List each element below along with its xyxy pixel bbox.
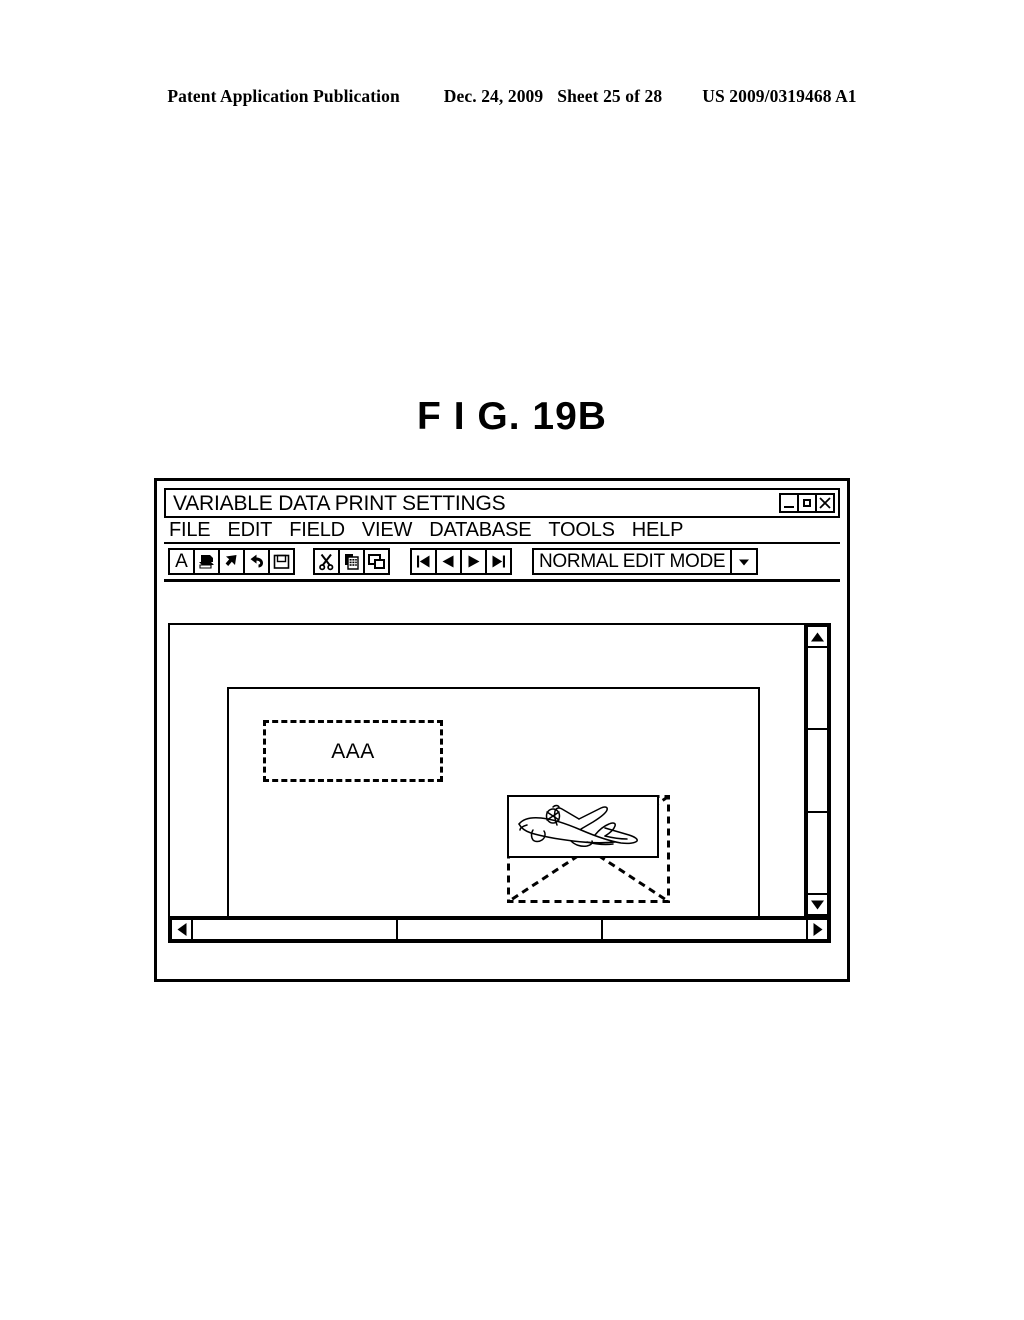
figure-title: F I G. 19B <box>417 395 607 438</box>
printer-icon <box>199 555 214 569</box>
horizontal-scrollbar[interactable] <box>170 916 829 941</box>
variable-text-field-object[interactable]: AAA <box>263 720 443 782</box>
print-button[interactable] <box>193 548 220 575</box>
patent-publication-label: Patent Application Publication <box>167 86 400 106</box>
vertical-scroll-thumb[interactable] <box>808 648 827 731</box>
last-record-button[interactable] <box>485 548 512 575</box>
save-floppy-icon <box>273 554 290 569</box>
variable-image-field-object[interactable] <box>507 795 670 903</box>
image-content-box <box>507 795 659 858</box>
chevron-down-icon <box>739 559 750 565</box>
first-record-button[interactable] <box>410 548 437 575</box>
airplane-illustration-icon <box>518 804 638 847</box>
scroll-down-button[interactable] <box>806 893 829 916</box>
menu-item-database[interactable]: DATABASE <box>429 520 531 540</box>
close-icon <box>819 497 831 509</box>
vertical-scroll-segment[interactable] <box>808 730 827 813</box>
menu-item-field[interactable]: FIELD <box>289 520 345 540</box>
maximize-button[interactable] <box>797 493 817 513</box>
cut-button[interactable] <box>313 548 340 575</box>
next-record-icon <box>468 555 480 568</box>
close-button[interactable] <box>815 493 835 513</box>
undo-button[interactable] <box>243 548 270 575</box>
paste-icon <box>368 554 385 569</box>
canvas-area[interactable]: AAA <box>170 625 804 916</box>
menu-item-edit[interactable]: EDIT <box>227 520 272 540</box>
window-inner: VARIABLE DATA PRINT SETTINGS FILE EDIT F… <box>164 488 840 972</box>
triangle-right-icon <box>813 923 822 936</box>
toolbar-group-edit: A <box>168 548 295 575</box>
patent-date: Dec. 24, 2009 <box>443 86 544 106</box>
window-controls <box>779 493 835 513</box>
edit-mode-value: NORMAL EDIT MODE <box>539 551 726 572</box>
text-tool-button[interactable]: A <box>168 548 195 575</box>
triangle-left-icon <box>177 923 186 936</box>
save-button[interactable] <box>268 548 295 575</box>
paste-button[interactable] <box>363 548 390 575</box>
application-window: VARIABLE DATA PRINT SETTINGS FILE EDIT F… <box>154 478 850 982</box>
copy-button[interactable] <box>338 548 365 575</box>
copy-icon <box>345 554 359 570</box>
edit-mode-select[interactable]: NORMAL EDIT MODE <box>532 548 759 575</box>
menu-item-view[interactable]: VIEW <box>362 520 413 540</box>
editor-region: AAA <box>168 623 831 943</box>
menu-bar: FILE EDIT FIELD VIEW DATABASE TOOLS HELP <box>164 518 840 544</box>
pointer-tool-button[interactable] <box>218 548 245 575</box>
previous-record-icon <box>442 555 454 568</box>
vertical-scrollbar[interactable] <box>804 625 829 916</box>
pointer-arrow-icon <box>225 555 237 566</box>
menu-item-file[interactable]: FILE <box>169 520 211 540</box>
title-bar: VARIABLE DATA PRINT SETTINGS <box>164 488 840 518</box>
vertical-scroll-segment[interactable] <box>808 813 827 893</box>
variable-text-field-value: AAA <box>331 739 375 763</box>
first-record-icon <box>417 555 430 568</box>
vertical-scroll-track[interactable] <box>806 648 829 893</box>
patent-document-number: US 2009/0319468 A1 <box>702 86 857 106</box>
patent-sheet-number: Sheet 25 of 28 <box>557 86 663 106</box>
previous-record-button[interactable] <box>435 548 462 575</box>
toolbar-group-navigation <box>410 548 512 575</box>
toolbar-group-clipboard <box>313 548 390 575</box>
menu-item-tools[interactable]: TOOLS <box>548 520 615 540</box>
triangle-up-icon <box>811 632 824 641</box>
text-tool-icon: A <box>175 551 188 572</box>
horizontal-scroll-track[interactable] <box>193 918 806 941</box>
horizontal-scroll-thumb[interactable] <box>193 920 398 939</box>
horizontal-scroll-segment[interactable] <box>603 920 806 939</box>
minimize-button[interactable] <box>779 493 799 513</box>
scroll-right-button[interactable] <box>806 918 829 941</box>
edit-mode-dropdown-arrow[interactable] <box>730 550 756 573</box>
scroll-left-button[interactable] <box>170 918 193 941</box>
cut-scissors-icon <box>319 553 334 571</box>
next-record-button[interactable] <box>460 548 487 575</box>
last-record-icon <box>492 555 505 568</box>
triangle-down-icon <box>811 900 824 909</box>
patent-header: Patent Application Publication Dec. 24, … <box>0 86 1024 107</box>
horizontal-scroll-segment[interactable] <box>398 920 603 939</box>
toolbar: A NORMAL EDIT MODE <box>164 544 840 582</box>
window-title: VARIABLE DATA PRINT SETTINGS <box>173 491 506 515</box>
scroll-up-button[interactable] <box>806 625 829 648</box>
undo-icon <box>250 554 263 568</box>
document-page[interactable]: AAA <box>227 687 760 916</box>
menu-item-help[interactable]: HELP <box>632 520 684 540</box>
